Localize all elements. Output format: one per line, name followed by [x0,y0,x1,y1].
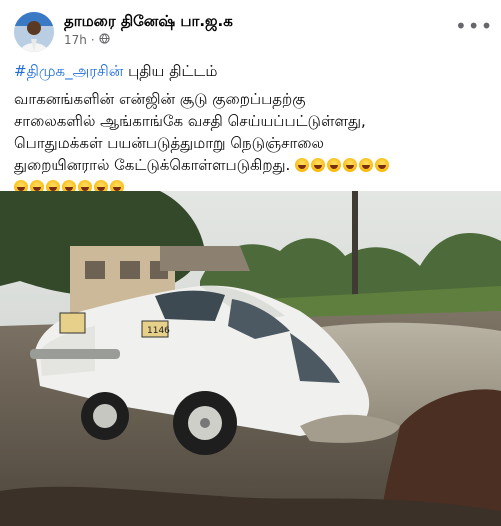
globe-icon [99,33,110,47]
more-options-icon[interactable]: ••• [455,16,493,36]
facebook-post: தாமரை தினேஷ் பா.ஜ.க 17h · ••• #திமுக_அரச… [0,0,501,526]
dot-separator: · [90,33,95,47]
car-plate: 1146 [147,326,170,336]
emoji-row-1 [295,154,391,176]
post-line-1: வாகனங்களின் என்ஜின் சூடு குறைப்பதற்கு [14,90,306,108]
post-line-4: துறையினரால் கேட்டுக்கொள்ளபடுகிறது. [14,156,291,174]
post-header: தாமரை தினேஷ் பா.ஜ.க 17h · ••• [0,0,501,56]
post-text: #திமுக_அரசின் புதிய திட்டம் வாகனங்களின் … [14,60,489,198]
laughing-tears-emoji [295,158,310,172]
laughing-tears-emoji [375,158,390,172]
hashtag-link[interactable]: #திமுக_அரசின் [14,62,123,80]
laughing-tears-emoji [359,158,374,172]
laughing-tears-emoji [311,158,326,172]
post-title-rest: புதிய திட்டம் [128,62,218,80]
post-photo[interactable]: 1146 [0,191,501,526]
laughing-tears-emoji [343,158,358,172]
author-avatar[interactable] [14,12,54,52]
post-meta: 17h · [64,33,110,47]
avatar-image [14,12,54,52]
laughing-tears-emoji [327,158,342,172]
author-name[interactable]: தாமரை தினேஷ் பா.ஜ.க [64,12,233,32]
post-line-3: பொதுமக்கள் பயன்படுத்துமாறு நெடுஞ்சாலை [14,134,324,152]
post-line-2: சாலைகளில் ஆங்காங்கே வசதி செய்யப்பட்டுள்ள… [14,112,366,130]
photo-image: 1146 [0,191,501,526]
post-line-4-wrap: துறையினரால் கேட்டுக்கொள்ளபடுகிறது. [14,154,489,176]
post-title-line: #திமுக_அரசின் புதிய திட்டம் [14,60,489,82]
post-time[interactable]: 17h [64,33,87,47]
